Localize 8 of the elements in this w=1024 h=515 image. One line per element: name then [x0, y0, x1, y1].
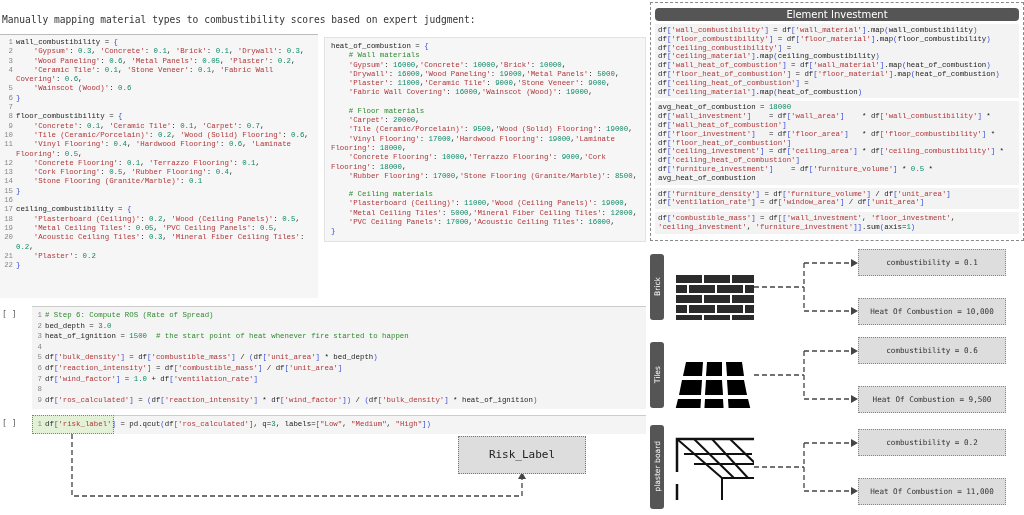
floor-tiles-icon	[674, 361, 752, 408]
cell-prompt: [ ]	[1, 418, 18, 429]
brick-wall-icon	[676, 274, 754, 320]
ceiling-panel-icon	[675, 437, 754, 500]
cell-prompt: [ ]	[1, 309, 18, 319]
output-label: Risk_Label	[458, 435, 586, 474]
caption-text: Manually mapping material types to combustibility scores based on expert judgment:	[1, 13, 477, 27]
panel-title: Element Investment	[655, 8, 1019, 21]
